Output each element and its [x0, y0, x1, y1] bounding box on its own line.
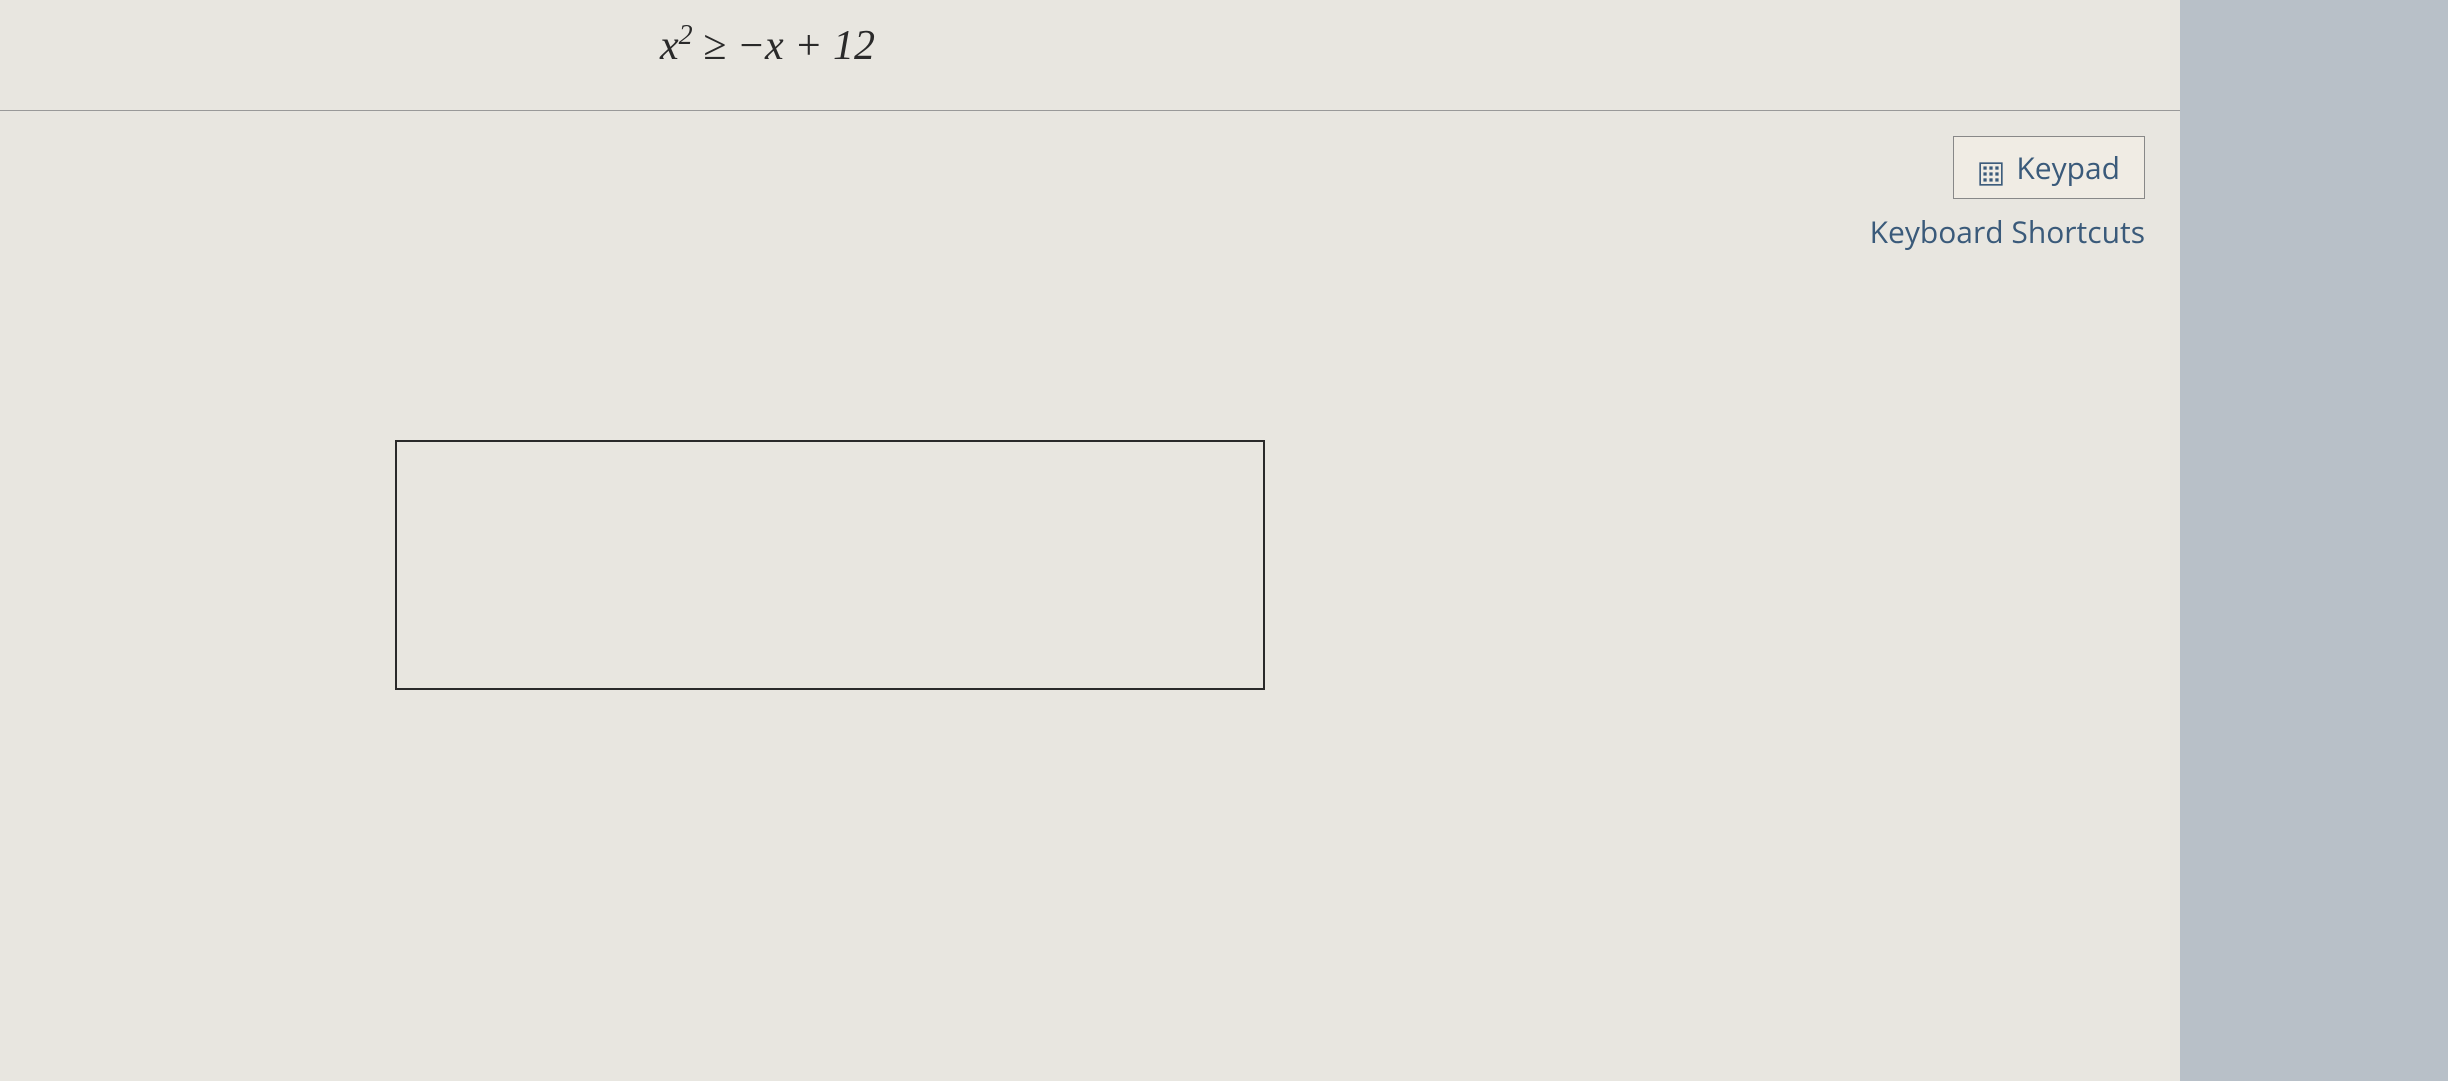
equation-lhs-exp: 2 — [679, 20, 693, 51]
keypad-button[interactable]: Keypad — [1953, 136, 2145, 199]
answer-input[interactable] — [395, 440, 1265, 690]
content-area: x2 ≥ −x + 12 Keypad — [0, 0, 2180, 1081]
keypad-button-label: Keypad — [2016, 147, 2120, 188]
equation-operator: ≥ — [703, 23, 726, 69]
keyboard-shortcuts-link[interactable]: Keyboard Shortcuts — [1870, 211, 2145, 252]
equation-rhs: −x + 12 — [737, 23, 875, 69]
keypad-icon — [1978, 155, 2004, 181]
inequality-equation: x2 ≥ −x + 12 — [0, 0, 2180, 110]
tools-row: Keypad Keyboard Shortcuts — [0, 111, 2180, 252]
equation-lhs-var: x — [660, 23, 679, 69]
